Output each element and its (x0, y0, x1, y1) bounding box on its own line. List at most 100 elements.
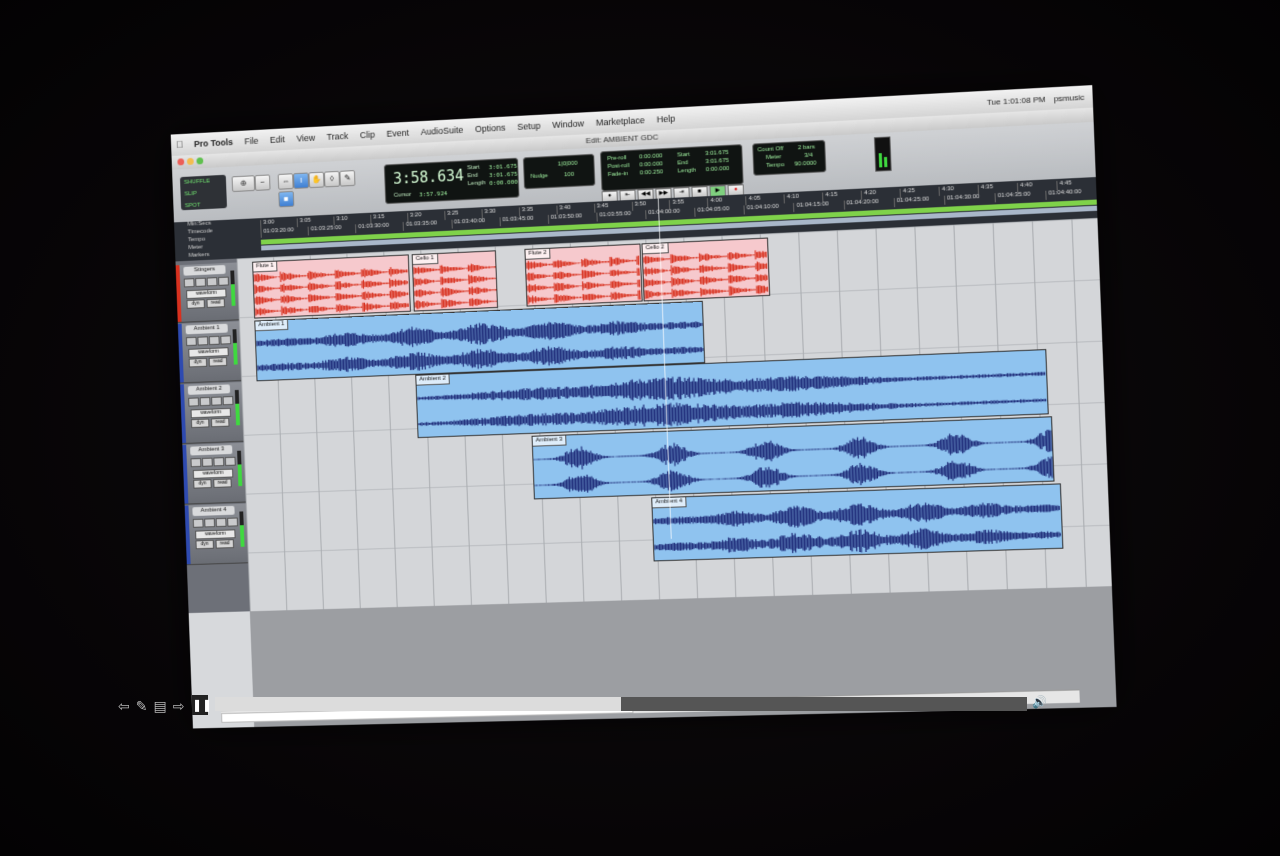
zoom-tool-icon[interactable]: ⊕ (231, 175, 256, 193)
video-progress-bar[interactable] (215, 697, 1027, 711)
nudge-value[interactable]: 100 (564, 172, 574, 178)
menu-window[interactable]: Window (546, 118, 590, 130)
mute-icon[interactable] (220, 335, 232, 345)
track-name[interactable]: Ambient 2 (187, 384, 231, 395)
selector-tool-icon[interactable]: I (293, 172, 310, 189)
pause-icon[interactable]: ❚❚ (192, 695, 212, 715)
timebase-selector[interactable]: dyn (195, 539, 214, 550)
menu-options[interactable]: Options (469, 122, 512, 135)
solo-icon[interactable] (215, 517, 227, 528)
transport-counters[interactable]: Pre-roll Post-roll Fade-in 0:00.000 0:00… (600, 144, 744, 192)
menu-marketplace[interactable]: Marketplace (590, 115, 651, 128)
clip-ambient-4[interactable]: Ambient 4 (651, 483, 1064, 562)
apple-icon[interactable]:  (171, 139, 189, 151)
caption-icon[interactable]: ▤ (153, 698, 166, 715)
track-header-2[interactable]: Ambient 1 waveform dyn read (177, 321, 242, 384)
edit-mode-selector[interactable]: SHUFFLE SLIP SPOT (179, 174, 228, 212)
solo-icon[interactable] (208, 335, 220, 346)
main-counter[interactable]: 3:58.634 Cursor 3:57.924 Start End Lengt… (383, 157, 520, 205)
menu-user[interactable]: psmusic (1054, 92, 1085, 103)
zoom-out-icon[interactable]: − (254, 174, 271, 191)
track-name[interactable]: Stingers (183, 264, 226, 276)
solo-icon[interactable] (213, 457, 225, 467)
meter-value[interactable]: 3/4 (804, 153, 813, 159)
timebase-selector[interactable]: dyn (190, 418, 210, 429)
menu-event[interactable]: Event (380, 127, 414, 139)
menu-view[interactable]: View (290, 132, 321, 144)
solo-icon[interactable] (206, 277, 218, 287)
track-view-selector[interactable]: waveform (192, 468, 234, 479)
input-monitor-icon[interactable] (201, 457, 213, 467)
solo-icon[interactable] (211, 396, 222, 406)
length-value[interactable]: 0:00.000 (489, 179, 518, 187)
fadein-value[interactable]: 0:00.250 (640, 169, 664, 176)
mute-icon[interactable] (227, 517, 239, 527)
automation-mode[interactable]: read (215, 539, 235, 549)
tempo-meter-panel[interactable]: Count Off 2 bars Meter 3/4 Tempo 90.0000 (752, 139, 827, 176)
track-name[interactable]: Ambient 4 (192, 505, 235, 517)
scrubber-tool-icon[interactable]: ◊ (323, 170, 340, 188)
track-name[interactable]: Ambient 3 (190, 445, 233, 456)
menu-help[interactable]: Help (651, 113, 682, 125)
trim-tool-icon[interactable]: ⇔ (277, 173, 294, 190)
mute-icon[interactable] (224, 456, 236, 466)
mute-icon[interactable] (222, 396, 234, 406)
minimize-icon[interactable] (186, 157, 194, 166)
input-monitor-icon[interactable] (204, 518, 216, 528)
close-icon[interactable] (177, 158, 185, 166)
mute-icon[interactable] (218, 276, 229, 286)
timebase-selector[interactable]: dyn (193, 479, 212, 489)
menu-edit[interactable]: Edit (264, 134, 291, 145)
tempo-value[interactable]: 90.0000 (794, 160, 816, 167)
track-header-4[interactable]: Ambient 3 waveform dyn read (182, 442, 246, 505)
menu-file[interactable]: File (239, 135, 265, 147)
t-end-value[interactable]: 3:01.675 (705, 158, 729, 165)
automation-mode[interactable]: read (213, 478, 232, 488)
arrow-right-icon[interactable]: ⇨ (173, 698, 185, 715)
clip-flute-1[interactable]: Flute 1 (252, 254, 411, 319)
input-monitor-icon[interactable] (199, 396, 211, 407)
timebase-selector[interactable]: dyn (186, 299, 205, 309)
record-arm-icon[interactable] (188, 397, 200, 407)
track-view-selector[interactable]: waveform (188, 347, 229, 358)
track-header-5[interactable]: Ambient 4 waveform dyn read (184, 503, 249, 566)
automation-mode[interactable]: read (210, 417, 230, 428)
zoom-icon[interactable] (196, 157, 204, 165)
input-monitor-icon[interactable] (195, 277, 207, 287)
countoff-value[interactable]: 2 bars (798, 144, 815, 151)
record-arm-icon[interactable] (183, 278, 195, 288)
track-view-selector[interactable]: waveform (195, 529, 236, 540)
record-arm-icon[interactable] (185, 336, 197, 347)
track-header-3[interactable]: Ambient 2 waveform dyn read (180, 381, 244, 445)
record-arm-icon[interactable] (192, 518, 204, 528)
menu-app-name[interactable]: Pro Tools (188, 137, 239, 149)
menu-clock[interactable]: Tue 1:01:08 PM (987, 94, 1046, 106)
track-header-1[interactable]: Stingers waveform dyn read (175, 262, 239, 323)
track-name[interactable]: Ambient 1 (185, 323, 228, 335)
menu-track[interactable]: Track (321, 131, 354, 143)
record-arm-icon[interactable] (190, 458, 202, 468)
pencil-tool-icon[interactable]: ✎ (339, 170, 356, 187)
preroll-value[interactable]: 0:00.000 (639, 153, 663, 160)
menu-audiosuite[interactable]: AudioSuite (415, 125, 470, 138)
t-length-value[interactable]: 0:00.000 (706, 166, 730, 173)
automation-mode[interactable]: read (206, 298, 225, 308)
postroll-value[interactable]: 0:00.000 (639, 161, 663, 168)
menu-setup[interactable]: Setup (511, 120, 546, 132)
pencil-icon[interactable]: ✎ (136, 698, 148, 715)
clip-cello-1[interactable]: Cello 1 (411, 250, 499, 312)
mode-spot[interactable]: SPOT (181, 198, 227, 212)
smart-tool-icon[interactable]: ■ (278, 190, 295, 208)
grabber-tool-icon[interactable]: ✋ (308, 171, 325, 189)
volume-icon[interactable]: 🔊 (1032, 695, 1047, 709)
track-view-selector[interactable]: waveform (190, 407, 232, 419)
t-start-value[interactable]: 3:01.675 (705, 150, 729, 157)
timebase-selector[interactable]: dyn (188, 357, 208, 368)
arrow-left-icon[interactable]: ⇦ (118, 698, 130, 715)
clip-flute-2[interactable]: Flute 2 (524, 243, 643, 307)
menu-clip[interactable]: Clip (354, 129, 381, 141)
input-monitor-icon[interactable] (197, 336, 209, 346)
grid-value[interactable]: 1|0|000 (558, 161, 578, 168)
grid-nudge-panel[interactable]: 1|0|000 Nudge 100 (522, 153, 596, 190)
automation-mode[interactable]: read (208, 357, 228, 367)
